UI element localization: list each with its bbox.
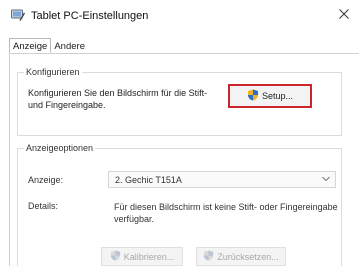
chevron-down-icon (322, 175, 330, 184)
display-options-group: Anzeigeoptionen Anzeige: 2. Gechic T151A… (17, 143, 342, 266)
tablet-pc-icon (11, 9, 26, 21)
shield-icon (110, 250, 121, 263)
details-label: Details: (28, 201, 59, 211)
shield-icon (247, 89, 259, 103)
shield-icon (203, 250, 214, 263)
configure-group-legend: Konfigurieren (24, 67, 82, 77)
title-bar: Tablet PC-Einstellungen (0, 0, 359, 32)
setup-button-label: Setup... (261, 91, 294, 101)
window-title: Tablet PC-Einstellungen (31, 10, 149, 22)
tab-andere[interactable]: Andere (51, 39, 88, 54)
reset-button-label: Zurücksetzen... (217, 251, 279, 262)
display-options-legend: Anzeigeoptionen (24, 143, 96, 153)
tab-anzeige[interactable]: Anzeige (9, 38, 52, 53)
tab-panel-anzeige: Konfigurieren Konfigurieren Sie den Bild… (9, 53, 359, 266)
close-button[interactable] (329, 0, 359, 30)
close-icon (339, 9, 349, 21)
calibrate-button-label: Kalibrieren... (123, 251, 175, 262)
configure-description: Konfigurieren Sie den Bildschirm für die… (28, 88, 208, 110)
reset-button[interactable]: Zurücksetzen... (196, 247, 286, 266)
display-select-value: 2. Gechic T151A (115, 175, 182, 185)
tablet-pc-settings-window: Tablet PC-Einstellungen Anzeige Andere K… (0, 0, 359, 266)
tab-bar: Anzeige Andere (9, 38, 88, 54)
configure-group: Konfigurieren Konfigurieren Sie den Bild… (17, 67, 342, 136)
calibrate-button[interactable]: Kalibrieren... (101, 247, 183, 266)
details-text: Für diesen Bildschirm ist keine Stift- o… (114, 202, 338, 224)
display-select[interactable]: 2. Gechic T151A (108, 171, 336, 188)
display-label: Anzeige: (28, 175, 64, 185)
setup-button[interactable]: Setup... (228, 84, 312, 108)
